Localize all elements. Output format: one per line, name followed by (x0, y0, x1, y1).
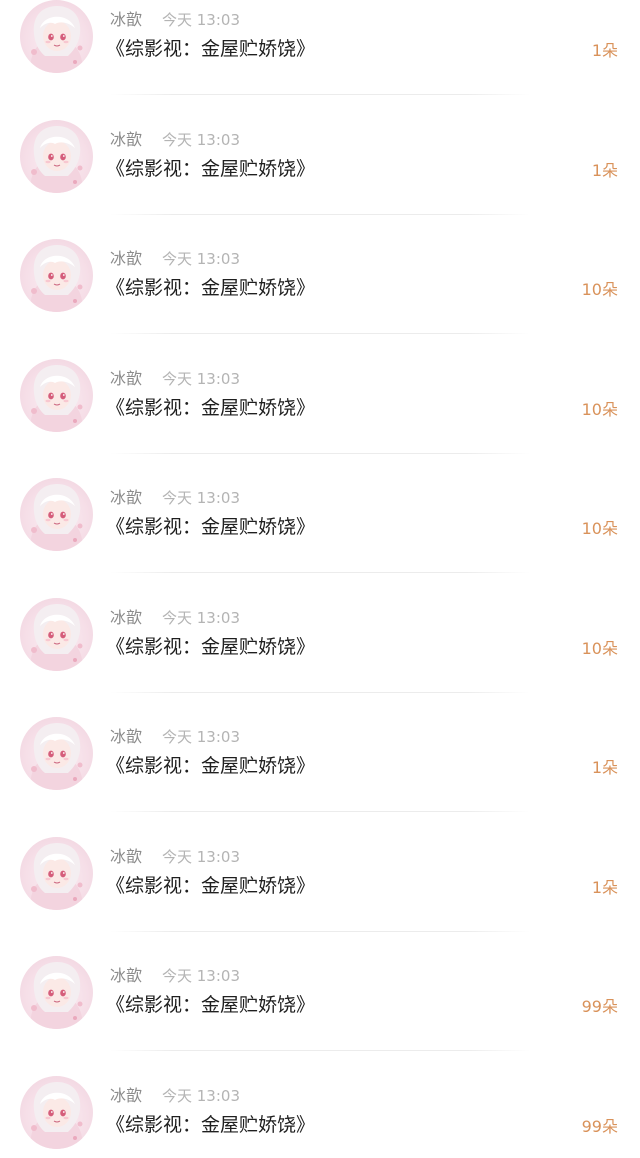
timestamp: 今天 13:03 (162, 847, 240, 866)
gift-count: 10朵 (581, 638, 618, 658)
gift-count: 1朵 (591, 41, 618, 60)
timestamp: 今天 13:03 (162, 608, 240, 627)
gift-record-list[interactable]: 冰歆 今天 13:03 《综影视：金屋贮娇饶》 1朵 冰歆 今天 13:03 《… (0, 0, 640, 1158)
anime-girl-avatar-icon (30, 962, 83, 1029)
gift-count: 10朵 (581, 280, 618, 299)
book-title[interactable]: 《综影视：金屋贮娇饶》 (106, 395, 315, 421)
book-title[interactable]: 《综影视：金屋贮娇饶》 (106, 156, 315, 182)
list-item[interactable]: 冰歆 今天 13:03 《综影视：金屋贮娇饶》 99朵 (0, 956, 640, 1076)
timestamp: 今天 13:03 (162, 11, 240, 29)
divider (110, 94, 530, 95)
list-item[interactable]: 冰歆 今天 13:03 《综影视：金屋贮娇饶》 1朵 (0, 836, 640, 957)
book-title[interactable]: 《综影视：金屋贮娇饶》 (106, 36, 315, 62)
username[interactable]: 冰歆 (110, 1086, 142, 1106)
book-title[interactable]: 《综影视：金屋贮娇饶》 (106, 753, 315, 779)
avatar[interactable] (20, 0, 93, 73)
username[interactable]: 冰歆 (110, 608, 142, 628)
gift-count: 99朵 (581, 997, 618, 1016)
avatar[interactable] (20, 119, 93, 193)
anime-girl-avatar-icon (30, 1081, 83, 1149)
anime-girl-avatar-icon (30, 723, 83, 790)
username[interactable]: 冰歆 (110, 727, 142, 747)
timestamp: 今天 13:03 (162, 728, 240, 746)
timestamp: 今天 13:03 (162, 369, 240, 388)
avatar[interactable] (20, 717, 93, 790)
avatar[interactable] (20, 239, 93, 312)
gift-count: 99朵 (581, 1116, 618, 1136)
avatar[interactable] (20, 836, 93, 910)
book-title[interactable]: 《综影视：金屋贮娇饶》 (106, 992, 315, 1018)
divider (110, 572, 530, 573)
divider (110, 213, 530, 215)
username[interactable]: 冰歆 (110, 847, 142, 867)
timestamp: 今天 13:03 (162, 489, 240, 507)
list-item[interactable]: 冰歆 今天 13:03 《综影视：金屋贮娇饶》 10朵 (0, 358, 640, 479)
list-item[interactable]: 冰歆 今天 13:03 《综影视：金屋贮娇饶》 10朵 (0, 478, 640, 598)
avatar[interactable] (20, 1075, 93, 1149)
timestamp: 今天 13:03 (162, 250, 240, 268)
list-item[interactable]: 冰歆 今天 13:03 《综影视：金屋贮娇饶》 10朵 (0, 597, 640, 718)
anime-girl-avatar-icon (30, 364, 83, 432)
username[interactable]: 冰歆 (110, 369, 142, 389)
book-title[interactable]: 《综影视：金屋贮娇饶》 (106, 514, 315, 540)
gift-count: 1朵 (591, 160, 618, 180)
timestamp: 今天 13:03 (162, 130, 240, 149)
gift-count: 10朵 (581, 519, 618, 538)
book-title[interactable]: 《综影视：金屋贮娇饶》 (106, 1112, 315, 1138)
anime-girl-avatar-icon (30, 603, 83, 671)
divider (110, 930, 530, 932)
list-item[interactable]: 冰歆 今天 13:03 《综影视：金屋贮娇饶》 99朵 (0, 1075, 640, 1158)
divider (110, 333, 530, 334)
username[interactable]: 冰歆 (110, 966, 142, 986)
username[interactable]: 冰歆 (110, 10, 142, 30)
avatar[interactable] (20, 478, 93, 551)
divider (110, 691, 530, 693)
timestamp: 今天 13:03 (162, 1086, 240, 1105)
avatar[interactable] (20, 358, 93, 432)
list-item[interactable]: 冰歆 今天 13:03 《综影视：金屋贮娇饶》 1朵 (0, 119, 640, 240)
gift-count: 1朵 (591, 758, 618, 777)
book-title[interactable]: 《综影视：金屋贮娇饶》 (106, 873, 315, 899)
gift-count: 10朵 (581, 399, 618, 419)
anime-girl-avatar-icon (30, 125, 83, 193)
list-item[interactable]: 冰歆 今天 13:03 《综影视：金屋贮娇饶》 1朵 (0, 717, 640, 837)
divider (110, 811, 530, 812)
anime-girl-avatar-icon (30, 484, 83, 551)
avatar[interactable] (20, 597, 93, 671)
book-title[interactable]: 《综影视：金屋贮娇饶》 (106, 634, 315, 660)
anime-girl-avatar-icon (30, 6, 83, 73)
gift-count: 1朵 (591, 877, 618, 897)
username[interactable]: 冰歆 (110, 488, 142, 508)
anime-girl-avatar-icon (30, 245, 83, 312)
list-item[interactable]: 冰歆 今天 13:03 《综影视：金屋贮娇饶》 10朵 (0, 239, 640, 359)
avatar[interactable] (20, 956, 93, 1029)
anime-girl-avatar-icon (30, 842, 83, 910)
username[interactable]: 冰歆 (110, 130, 142, 150)
divider (110, 1050, 530, 1051)
list-item[interactable]: 冰歆 今天 13:03 《综影视：金屋贮娇饶》 1朵 (0, 0, 640, 120)
username[interactable]: 冰歆 (110, 249, 142, 269)
book-title[interactable]: 《综影视：金屋贮娇饶》 (106, 275, 315, 301)
timestamp: 今天 13:03 (162, 967, 240, 985)
divider (110, 452, 530, 454)
